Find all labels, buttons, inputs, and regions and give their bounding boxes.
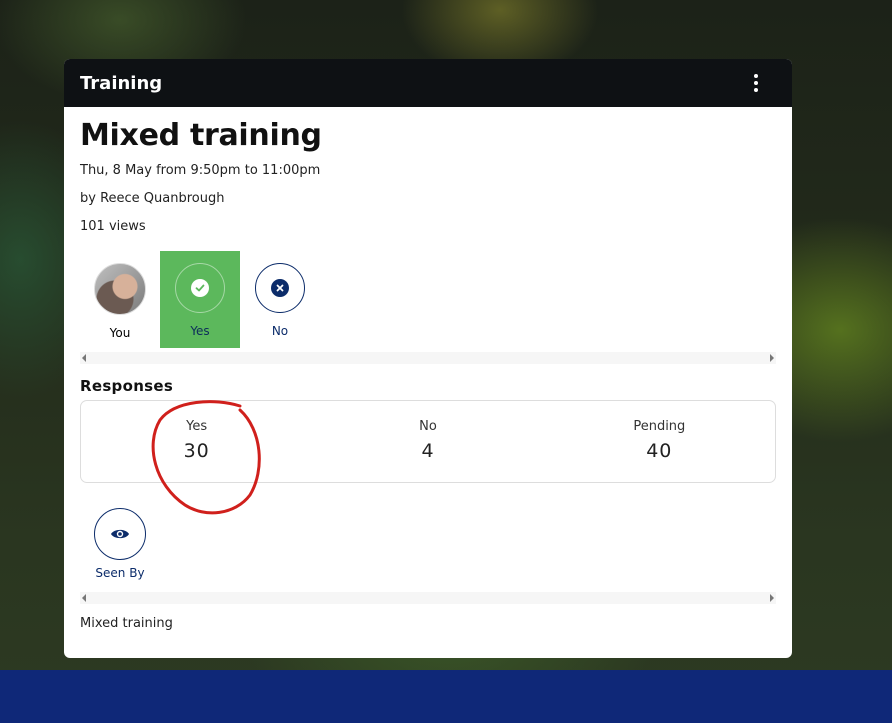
event-description: Mixed training	[80, 616, 173, 631]
seen-by-horizontal-scrollbar[interactable]	[80, 592, 776, 604]
seen-by-button[interactable]: Seen By	[80, 508, 160, 582]
response-no-label: No	[419, 419, 437, 434]
rsvp-no-button[interactable]: No	[240, 251, 320, 348]
rsvp-you-label: You	[109, 326, 131, 340]
response-pending-label: Pending	[633, 419, 686, 434]
response-no[interactable]: No 4	[312, 401, 543, 482]
rsvp-yes-label: Yes	[190, 324, 210, 338]
event-author: by Reece Quanbrough	[80, 191, 225, 206]
response-yes[interactable]: Yes 30	[81, 401, 312, 482]
rsvp-no-label: No	[271, 324, 289, 338]
card-header-title: Training	[80, 72, 163, 94]
card-header: Training	[64, 59, 792, 107]
event-datetime: Thu, 8 May from 9:50pm to 11:00pm	[80, 163, 321, 178]
rsvp-yes-button[interactable]: Yes	[160, 251, 240, 348]
x-circle-icon	[255, 263, 305, 313]
rsvp-horizontal-scrollbar[interactable]	[80, 352, 776, 364]
event-card: Training Mixed training Thu, 8 May from …	[64, 59, 792, 658]
scroll-right-icon[interactable]	[770, 354, 774, 362]
card-content: Mixed training Thu, 8 May from 9:50pm to…	[64, 107, 792, 631]
response-yes-label: Yes	[186, 419, 208, 434]
response-yes-count: 30	[183, 440, 210, 462]
eye-icon	[94, 508, 146, 560]
avatar	[94, 263, 146, 315]
responses-summary: Yes 30 No 4 Pending 40	[80, 400, 776, 483]
scroll-left-icon[interactable]	[82, 354, 86, 362]
event-title: Mixed training	[80, 118, 322, 153]
responses-title: Responses	[80, 377, 174, 395]
event-views: 101 views	[80, 219, 146, 234]
scroll-right-icon[interactable]	[770, 594, 774, 602]
more-vertical-icon[interactable]	[746, 71, 766, 95]
scroll-left-icon[interactable]	[82, 594, 86, 602]
response-no-count: 4	[421, 440, 435, 462]
response-pending[interactable]: Pending 40	[544, 401, 775, 482]
rsvp-you: You	[80, 251, 160, 348]
check-circle-icon	[175, 263, 225, 313]
seen-by-label: Seen By	[95, 566, 145, 580]
response-pending-count: 40	[646, 440, 673, 462]
rsvp-row: You Yes No	[80, 251, 776, 348]
background-footer-band	[0, 670, 892, 723]
